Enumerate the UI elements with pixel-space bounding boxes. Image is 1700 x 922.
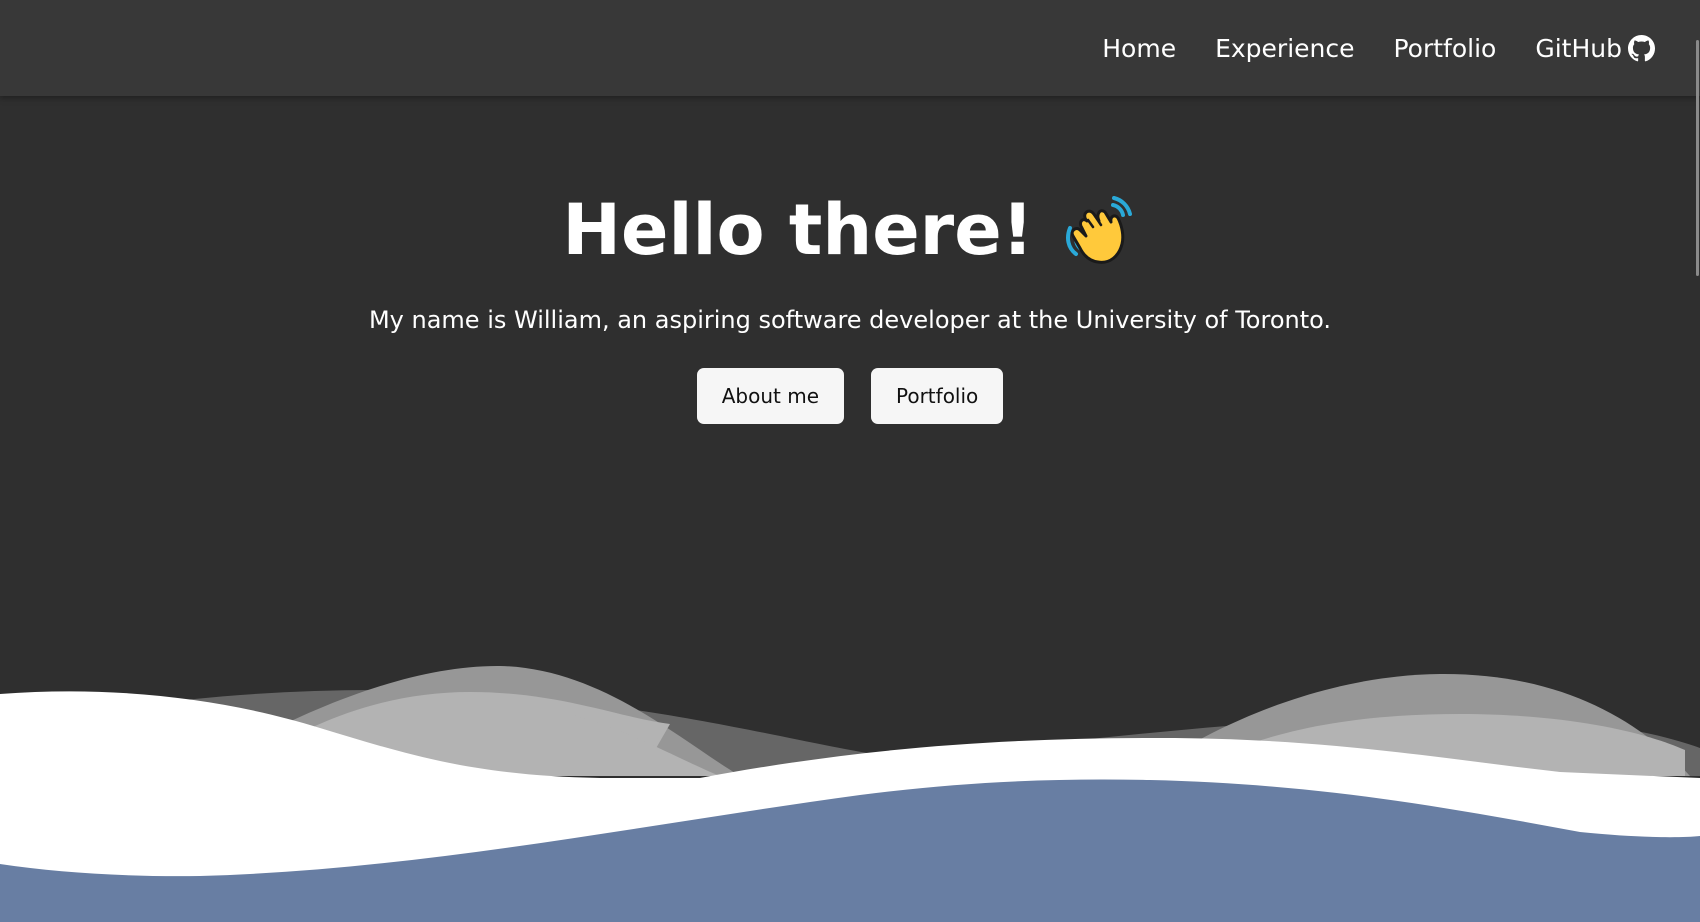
nav-link-experience[interactable]: Experience: [1215, 34, 1354, 63]
nav-link-portfolio[interactable]: Portfolio: [1394, 34, 1497, 63]
scrollbar-thumb[interactable]: [1696, 40, 1699, 276]
waving-hand-icon: [1058, 190, 1138, 270]
hero-buttons: About me Portfolio: [0, 368, 1700, 424]
hero-title: Hello there!: [562, 190, 1137, 270]
nav-link-home[interactable]: Home: [1102, 34, 1176, 63]
nav-links: Home Experience Portfolio GitHub: [1102, 0, 1655, 96]
hero-title-text: Hello there!: [562, 188, 1034, 271]
hero-section: Hello there! My name is William, an aspi…: [0, 190, 1700, 424]
nav-link-github[interactable]: GitHub: [1535, 34, 1655, 63]
scrollbar[interactable]: [1694, 0, 1700, 922]
github-icon: [1628, 34, 1655, 62]
wave-decoration: [0, 665, 1700, 922]
page: Home Experience Portfolio GitHub Hello t…: [0, 0, 1700, 922]
hero-subtitle: My name is William, an aspiring software…: [368, 306, 1332, 334]
about-me-button[interactable]: About me: [696, 368, 844, 424]
nav-link-github-label: GitHub: [1535, 33, 1622, 63]
navbar: Home Experience Portfolio GitHub: [0, 0, 1700, 96]
portfolio-button[interactable]: Portfolio: [871, 368, 1004, 424]
